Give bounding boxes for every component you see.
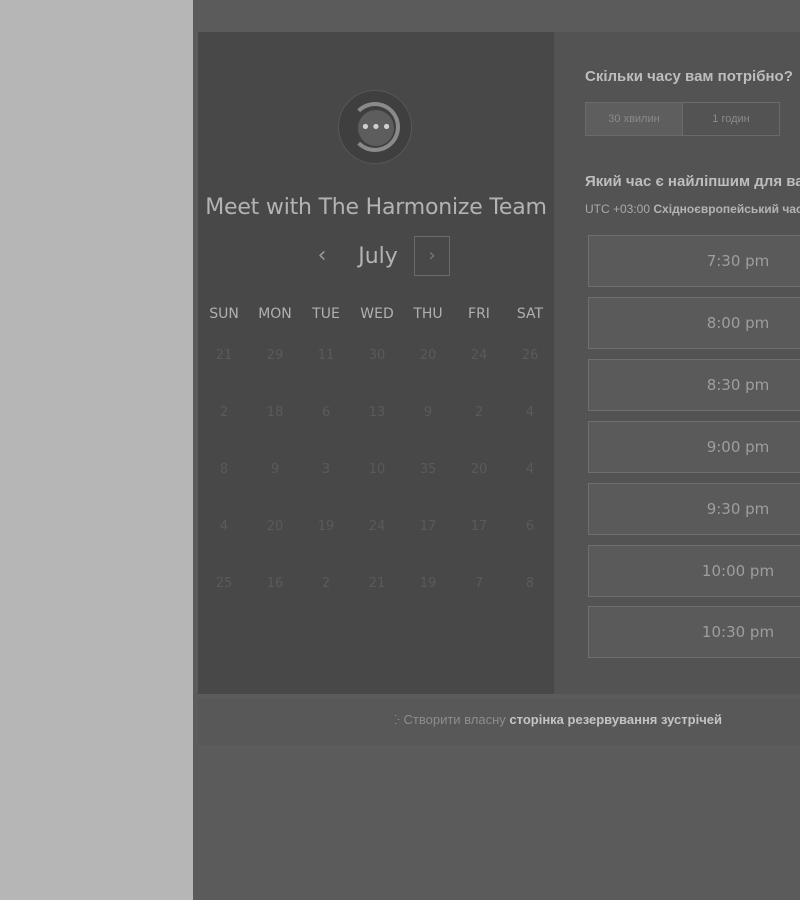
month-navigation: ‹ July › — [198, 236, 554, 278]
calendar-day: 24 — [368, 519, 386, 534]
calendar-day: 29 — [266, 348, 284, 363]
weekday-sun: SUN — [209, 306, 239, 322]
weekday-thu: THU — [413, 306, 443, 322]
calendar-day: 2 — [219, 405, 229, 420]
calendar-day: 21 — [215, 348, 233, 363]
calendar-panel: ••• Meet with The Harmonize Team ‹ July … — [198, 32, 554, 694]
weekday-mon: MON — [258, 306, 292, 322]
timezone-name: Східноєвропейський час — [653, 202, 800, 216]
calendar-day: 3 — [321, 462, 331, 477]
duration-30-min-button[interactable]: 30 хвилин — [586, 103, 683, 135]
calendar-day: 4 — [525, 462, 535, 477]
time-selection-panel: Скільки часу вам потрібно? 30 хвилин 1 г… — [558, 32, 800, 694]
next-month-button[interactable]: › — [414, 236, 450, 276]
time-question: Який час є найліпшим для вас? — [585, 173, 800, 190]
time-slot-button[interactable]: 9:30 pm — [588, 483, 800, 535]
calendar-day: 9 — [423, 405, 433, 420]
timezone-offset: UTC +03:00 — [585, 202, 651, 216]
team-logo: ••• — [338, 90, 412, 164]
footer-text: ⴾ Створити власну сторінка резервування … — [394, 712, 722, 727]
calendar-day: 6 — [321, 405, 331, 420]
calendar-day: 17 — [470, 519, 488, 534]
weekday-header: SUN MON TUE WED THU FRI SAT — [198, 306, 554, 326]
calendar-day: 2 — [474, 405, 484, 420]
timezone-label: UTC +03:00 Східноєвропейський час — [585, 202, 800, 216]
top-bar — [193, 0, 800, 32]
calendar-day: 7 — [474, 576, 484, 591]
footer-bar: ⴾ Створити власну сторінка резервування … — [198, 699, 800, 745]
calendar-day: 6 — [525, 519, 535, 534]
time-slot-button[interactable]: 7:30 pm — [588, 235, 800, 287]
sprout-icon: ⴾ — [394, 713, 400, 727]
calendar-day: 19 — [419, 576, 437, 591]
calendar-day: 25 — [215, 576, 233, 591]
calendar-day: 8 — [525, 576, 535, 591]
weekday-wed: WED — [360, 306, 394, 322]
time-slot-button[interactable]: 10:00 pm — [588, 545, 800, 597]
calendar-day: 19 — [317, 519, 335, 534]
calendar-day: 11 — [317, 348, 335, 363]
duration-1-hour-button[interactable]: 1 годин — [683, 103, 779, 135]
calendar-day: 4 — [219, 519, 229, 534]
weekday-tue: TUE — [312, 306, 340, 322]
page-title: Meet with The Harmonize Team — [205, 195, 547, 220]
previous-month-button[interactable]: ‹ — [310, 244, 334, 270]
month-label: July — [358, 244, 398, 269]
time-slot-button[interactable]: 10:30 pm — [588, 606, 800, 658]
time-slot-button[interactable]: 8:30 pm — [588, 359, 800, 411]
calendar-day: 9 — [270, 462, 280, 477]
calendar-day: 8 — [219, 462, 229, 477]
calendar-day: 10 — [368, 462, 386, 477]
create-booking-page-link[interactable]: сторінка резервування зустрічей — [509, 712, 722, 727]
weekday-sat: SAT — [516, 306, 544, 322]
calendar-day: 13 — [368, 405, 386, 420]
calendar-day: 20 — [419, 348, 437, 363]
calendar-day: 17 — [419, 519, 437, 534]
time-slot-button[interactable]: 9:00 pm — [588, 421, 800, 473]
booking-card: ••• Meet with The Harmonize Team ‹ July … — [198, 32, 800, 694]
footer-prefix: Створити власну — [403, 712, 506, 727]
calendar-day: 20 — [266, 519, 284, 534]
calendar-day: 2 — [321, 576, 331, 591]
calendar-day: 35 — [419, 462, 437, 477]
weekday-fri: FRI — [468, 306, 490, 322]
page-margin — [0, 0, 193, 900]
time-slot-button[interactable]: 8:00 pm — [588, 297, 800, 349]
duration-question: Скільки часу вам потрібно? — [585, 68, 793, 85]
calendar-day: 16 — [266, 576, 284, 591]
calendar-day: 21 — [368, 576, 386, 591]
calendar-day: 26 — [521, 348, 539, 363]
calendar-day: 20 — [470, 462, 488, 477]
calendar-day: 24 — [470, 348, 488, 363]
booking-page: ••• Meet with The Harmonize Team ‹ July … — [193, 0, 800, 900]
chat-bubble-icon: ••• — [358, 110, 394, 146]
calendar-day: 4 — [525, 405, 535, 420]
calendar-day: 30 — [368, 348, 386, 363]
calendar-day: 18 — [266, 405, 284, 420]
duration-toggle: 30 хвилин 1 годин — [585, 102, 780, 136]
